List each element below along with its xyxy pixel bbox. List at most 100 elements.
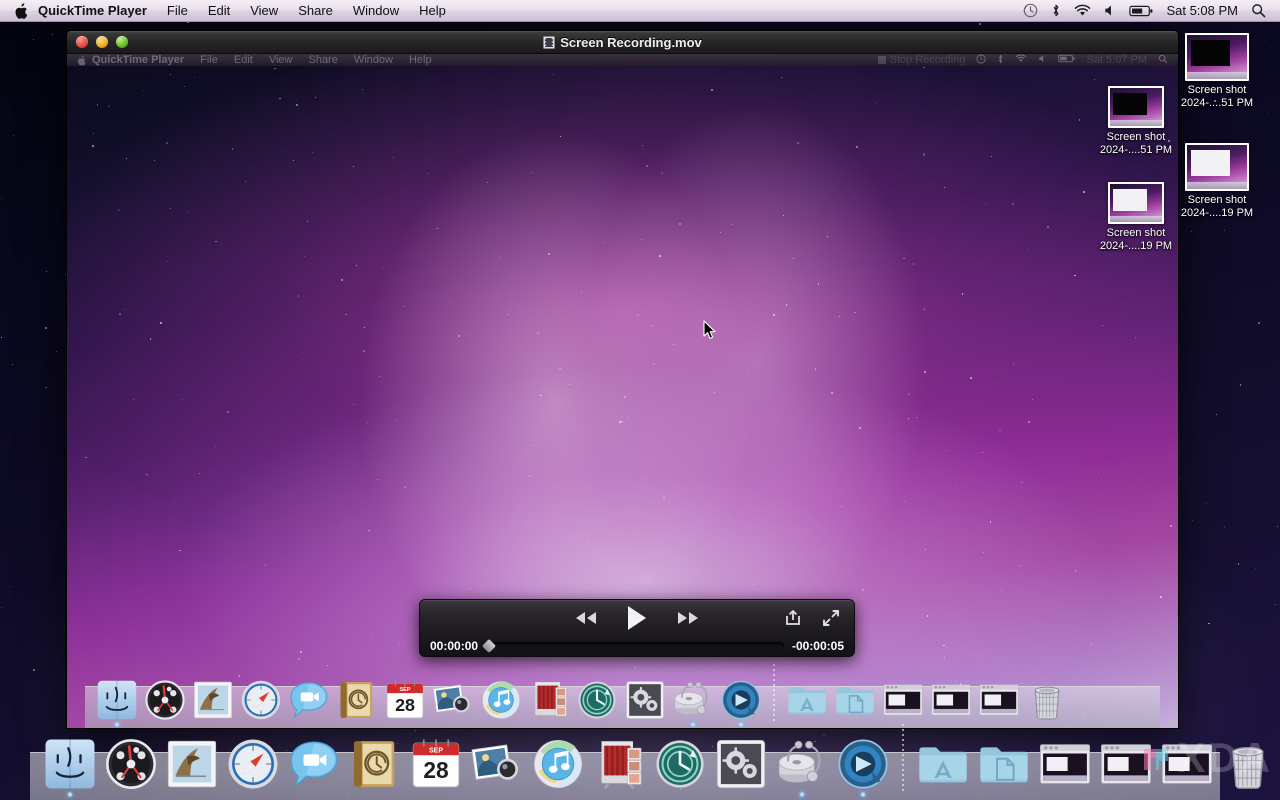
dock-item-photo-booth[interactable] (591, 736, 647, 792)
finder-icon (42, 736, 98, 792)
dock-item-disk-utility[interactable] (671, 678, 715, 727)
desktop-icon-screenshot-2[interactable]: Screen shot 2024-....19 PM (1162, 143, 1272, 220)
dock-item-address-book[interactable] (347, 736, 403, 792)
timeline-scrubber[interactable] (481, 638, 784, 654)
battery-icon (1058, 54, 1076, 66)
dock-item-dashboard[interactable] (103, 736, 159, 792)
fast-forward-button[interactable] (672, 608, 704, 628)
wifi-icon[interactable] (1074, 4, 1091, 17)
dock-stack-minimized-window-3[interactable] (929, 678, 973, 722)
xda-watermark-text: XDA (1177, 734, 1272, 781)
recorded-menu-bar-clock: Sat 5:07 PM (1086, 54, 1147, 66)
ichat-icon (287, 678, 331, 722)
menu-item-help[interactable]: Help (409, 2, 456, 20)
desktop-icon-date: 2024-....51 PM (1180, 97, 1254, 109)
desktop-icon-date: 2024-....19 PM (1180, 207, 1254, 219)
battery-icon[interactable] (1129, 5, 1153, 17)
dock-item-quicktime-player[interactable] (835, 736, 891, 797)
dock-item-finder[interactable] (95, 678, 139, 727)
trash-icon (1025, 678, 1069, 722)
dock-item-time-machine[interactable] (575, 678, 619, 722)
window-title-text: Screen Recording.mov (560, 34, 702, 50)
bluetooth-icon[interactable] (1051, 3, 1061, 18)
recorded-menu-item-file: File (200, 54, 218, 66)
dock-item-ical[interactable]: SEP 28 (408, 736, 464, 792)
applications-folder-icon (785, 678, 829, 722)
dock-item-safari[interactable] (239, 678, 283, 722)
play-button[interactable] (624, 604, 650, 632)
dock-stack-minimized-window-4[interactable] (977, 678, 1021, 722)
rewind-button[interactable] (570, 608, 602, 628)
photo-booth-icon (591, 736, 647, 792)
recorded-menu-bar: QuickTime Player File Edit View Share Wi… (67, 54, 1178, 66)
dock-item-quicktime-player[interactable] (719, 678, 763, 727)
dock-item-ichat[interactable] (286, 736, 342, 792)
dock-item-mail[interactable] (164, 736, 220, 792)
dock-item-iphoto[interactable] (469, 736, 525, 792)
desktop-icon-label: Screen shot (1187, 194, 1247, 206)
iphoto-icon (431, 678, 475, 722)
photo-booth-icon (527, 678, 571, 722)
menu-item-edit[interactable]: Edit (198, 2, 240, 20)
minimized-window-icon (881, 678, 925, 722)
dock-stack-documents-1[interactable] (976, 736, 1032, 792)
quicktime-icon (835, 736, 891, 792)
dock-item-iphoto[interactable] (431, 678, 475, 722)
recorded-menu-app-name: QuickTime Player (92, 54, 185, 66)
desktop-icon-screenshot-1[interactable]: Screen shot 2024-....51 PM (1162, 33, 1272, 110)
menu-item-view[interactable]: View (240, 2, 288, 20)
stop-recording-label: Stop Recording (889, 54, 966, 66)
dock-item-ical[interactable]: SEP 28 (383, 678, 427, 722)
minimized-window-icon (1037, 736, 1093, 792)
menu-item-window[interactable]: Window (343, 2, 409, 20)
dock-item-photo-booth[interactable] (527, 678, 571, 722)
volume-icon[interactable] (1104, 4, 1116, 17)
dock-stack-minimized-window-2[interactable] (881, 678, 925, 722)
disk-utility-icon (774, 736, 830, 792)
recorded-menu-item-view: View (268, 54, 293, 66)
menu-item-share[interactable]: Share (288, 2, 343, 20)
dock-item-itunes[interactable] (479, 678, 523, 722)
playhead-handle[interactable] (481, 638, 497, 654)
dock-item-system-preferences[interactable] (623, 678, 667, 722)
playback-controls-hud[interactable]: 00:00:00 -00:00:05 (419, 599, 855, 657)
svg-text:28: 28 (395, 695, 415, 715)
minimized-window-icon (977, 678, 1021, 722)
mouse-cursor (703, 320, 716, 339)
menu-item-file[interactable]: File (157, 2, 198, 20)
dock-item-trash[interactable] (1025, 678, 1069, 722)
dock-item-disk-utility[interactable] (774, 736, 830, 797)
search-icon[interactable] (1251, 3, 1266, 18)
apple-logo-icon[interactable] (8, 2, 34, 19)
dock-item-safari[interactable] (225, 736, 281, 792)
quicktime-icon (719, 678, 763, 722)
dock-item-address-book[interactable] (335, 678, 379, 722)
time-machine-icon (976, 54, 987, 67)
mail-icon (191, 678, 235, 722)
screenshot-thumbnail-icon (1185, 143, 1249, 191)
xda-logo-icon (1141, 738, 1171, 770)
screenshot-thumbnail-icon (1108, 182, 1164, 224)
dock-item-mail[interactable] (191, 678, 235, 722)
safari-icon (239, 678, 283, 722)
desktop-icon-label: Screen shot (1106, 227, 1166, 239)
menu-bar-clock[interactable]: Sat 5:08 PM (1166, 3, 1238, 18)
dock-item-itunes[interactable] (530, 736, 586, 792)
finder-icon (95, 678, 139, 722)
dock-item-system-preferences[interactable] (713, 736, 769, 792)
dock-stack-documents-1[interactable] (833, 678, 877, 722)
share-button[interactable] (784, 609, 802, 627)
dock-item-finder[interactable] (42, 736, 98, 797)
time-machine-icon[interactable] (1023, 3, 1038, 18)
fullscreen-button[interactable] (822, 609, 840, 627)
dock-stack-minimized-window-2[interactable] (1037, 736, 1093, 792)
dock-stack-applications-0[interactable] (915, 736, 971, 792)
dock-item-dashboard[interactable] (143, 678, 187, 722)
dock-item-ichat[interactable] (287, 678, 331, 722)
window-title-bar[interactable]: Screen Recording.mov (67, 31, 1178, 54)
dock-stack-applications-0[interactable] (785, 678, 829, 722)
menu-app-name[interactable]: QuickTime Player (34, 2, 157, 20)
dock-separator (773, 664, 775, 722)
dock-item-time-machine[interactable] (652, 736, 708, 792)
recorded-menu-item-window: Window (353, 54, 393, 66)
